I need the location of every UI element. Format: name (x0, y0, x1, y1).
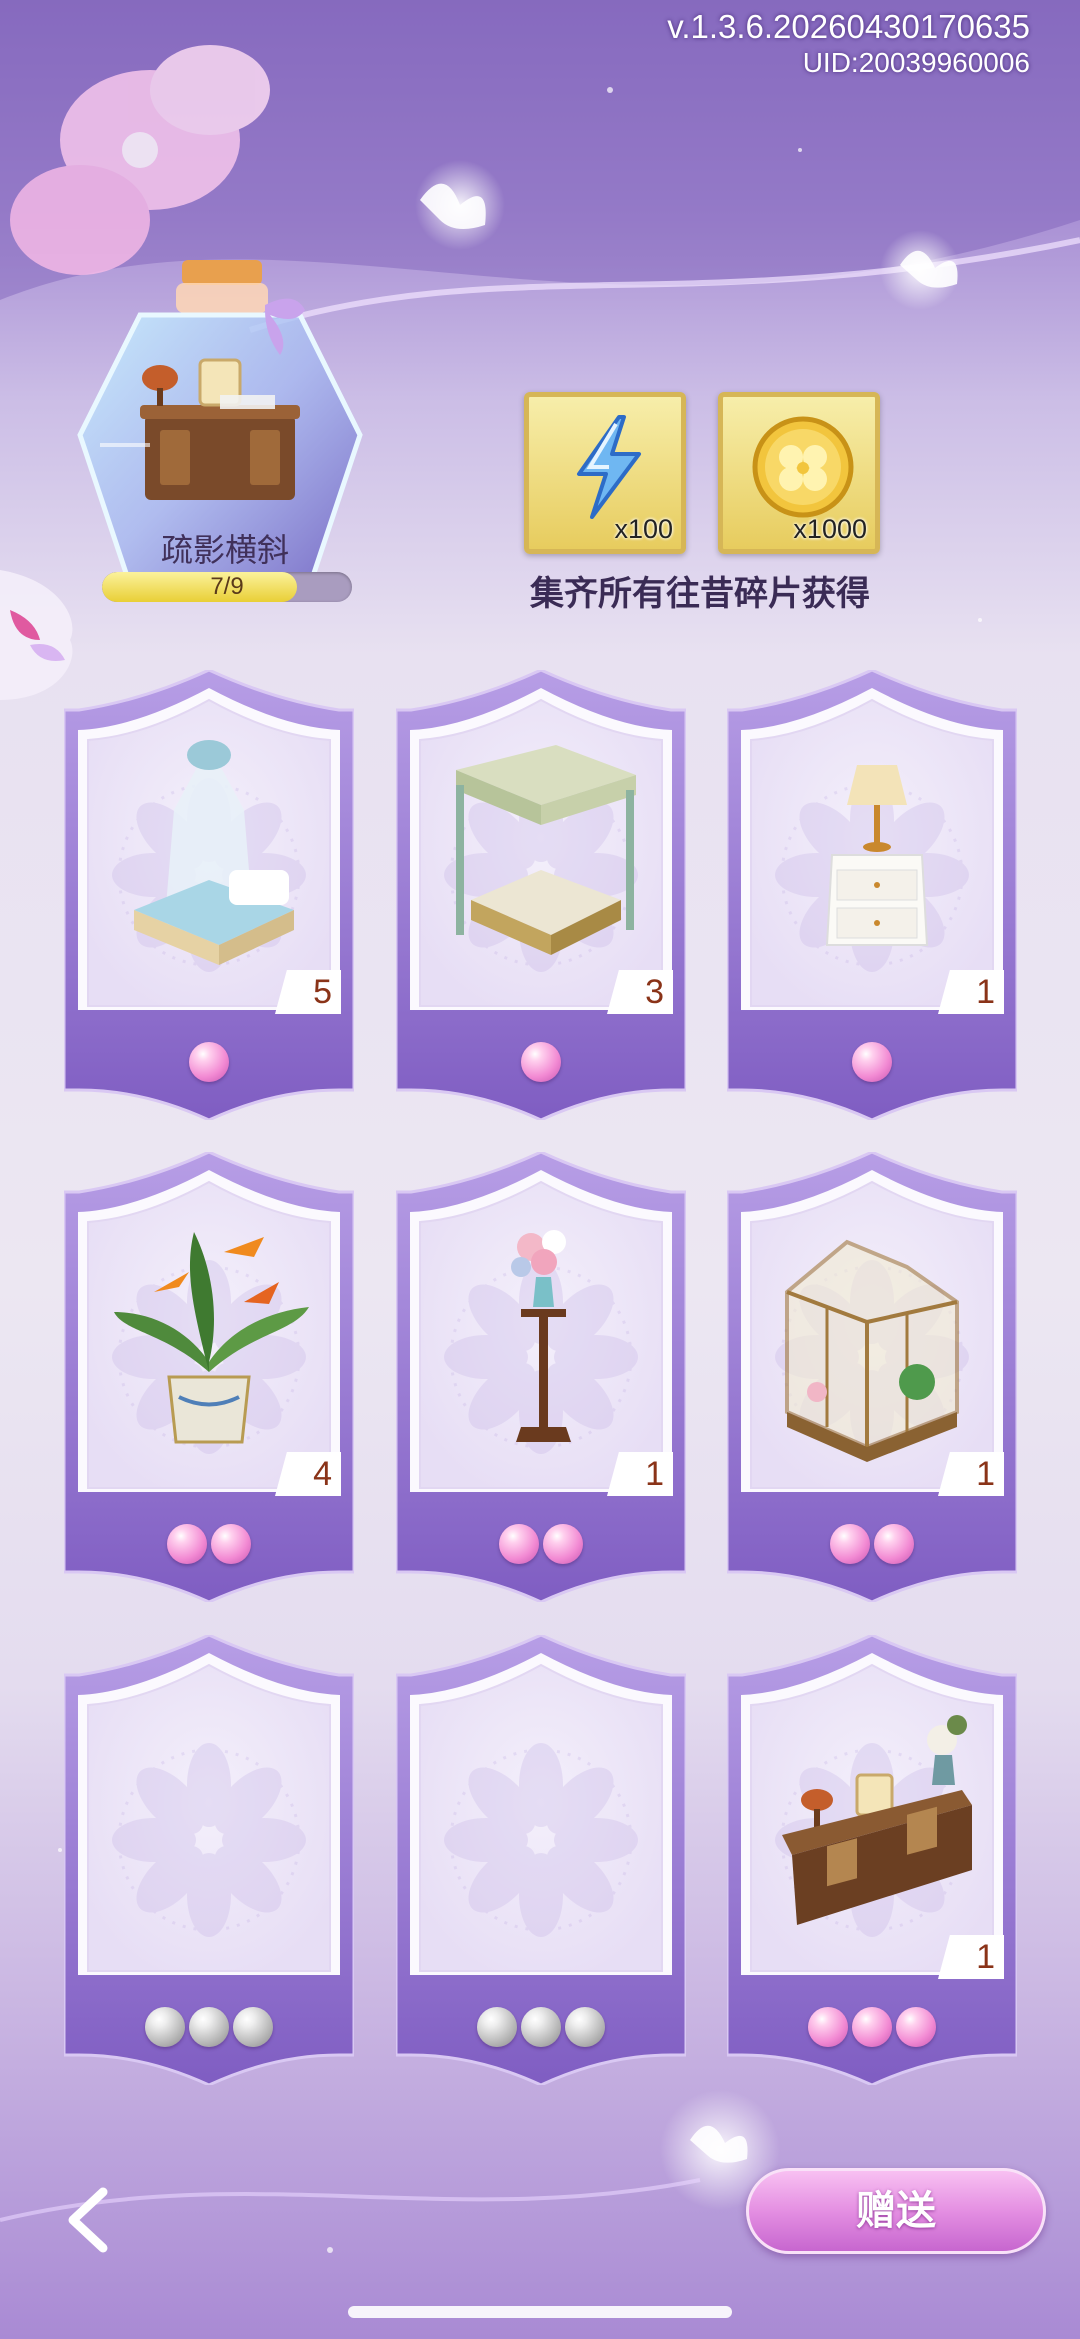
pearl-icon (189, 2007, 229, 2047)
pearl-rating (64, 1524, 354, 1568)
pearl-icon (211, 1524, 251, 1564)
pearl-icon (852, 2007, 892, 2047)
fragment-card-4[interactable]: 4 (64, 1152, 354, 1602)
pearl-rating (396, 1524, 686, 1568)
pearl-rating (727, 2007, 1017, 2051)
pearl-icon (565, 2007, 605, 2047)
writing-desk-icon (782, 1715, 972, 1925)
clover-coin-icon (752, 416, 854, 518)
pearl-rating (727, 1524, 1017, 1568)
reward-energy-qty: x100 (614, 514, 673, 544)
pearl-icon (874, 1524, 914, 1564)
pearl-rating (64, 1042, 354, 1086)
pearl-rating (64, 2007, 354, 2051)
nightstand-lamp-icon (825, 765, 929, 946)
version-info: v.1.3.6.20260430170635 UID:20039960006 (667, 8, 1030, 80)
uid-text: UID:20039960006 (802, 47, 1030, 78)
gift-button[interactable]: 赠送 (746, 2168, 1046, 2254)
pearl-icon (808, 2007, 848, 2047)
collection-progress-bar: 7/9 (102, 572, 352, 602)
pearl-icon (167, 1524, 207, 1564)
pearl-icon (145, 2007, 185, 2047)
reward-caption: 集齐所有往昔碎片获得 (530, 574, 870, 614)
pearl-rating (396, 1042, 686, 1086)
back-arrow-icon[interactable] (55, 2180, 125, 2260)
fragment-card-5[interactable]: 1 (396, 1152, 686, 1602)
version-text: v.1.3.6.20260430170635 (667, 8, 1030, 45)
reward-energy[interactable]: x100 (524, 392, 686, 554)
fragment-card-9[interactable]: 1 (727, 1635, 1017, 2085)
pearl-icon (499, 1524, 539, 1564)
pearl-icon (189, 1042, 229, 1082)
pearl-icon (896, 2007, 936, 2047)
flower-vase-stand-icon (511, 1230, 571, 1442)
pearl-icon (830, 1524, 870, 1564)
lightning-icon (577, 415, 641, 519)
fragment-card-8[interactable] (396, 1635, 686, 2085)
pearl-icon (233, 2007, 273, 2047)
fragment-card-2[interactable]: 3 (396, 670, 686, 1120)
pearl-icon (477, 2007, 517, 2047)
greenhouse-icon (785, 1239, 959, 1462)
reward-coins[interactable]: x1000 (718, 392, 880, 554)
fragment-card-6[interactable]: 1 (727, 1152, 1017, 1602)
canopy-bed-blue-icon (134, 740, 294, 965)
fragment-card-1[interactable]: 5 (64, 670, 354, 1120)
pearl-rating (727, 1042, 1017, 1086)
bird-of-paradise-plant-icon (114, 1232, 309, 1444)
collection-name: 疏影横斜 (160, 531, 289, 569)
collection-progress-text: 7/9 (210, 573, 244, 600)
pearl-rating (396, 2007, 686, 2051)
fragment-card-7[interactable] (64, 1635, 354, 2085)
pearl-icon (852, 1042, 892, 1082)
canopy-bed-floral-icon (456, 745, 636, 955)
home-indicator (348, 2306, 732, 2318)
fragment-card-3[interactable]: 1 (727, 670, 1017, 1120)
pearl-icon (543, 1524, 583, 1564)
pearl-icon (521, 2007, 561, 2047)
pearl-icon (521, 1042, 561, 1082)
reward-coins-qty: x1000 (793, 514, 867, 544)
